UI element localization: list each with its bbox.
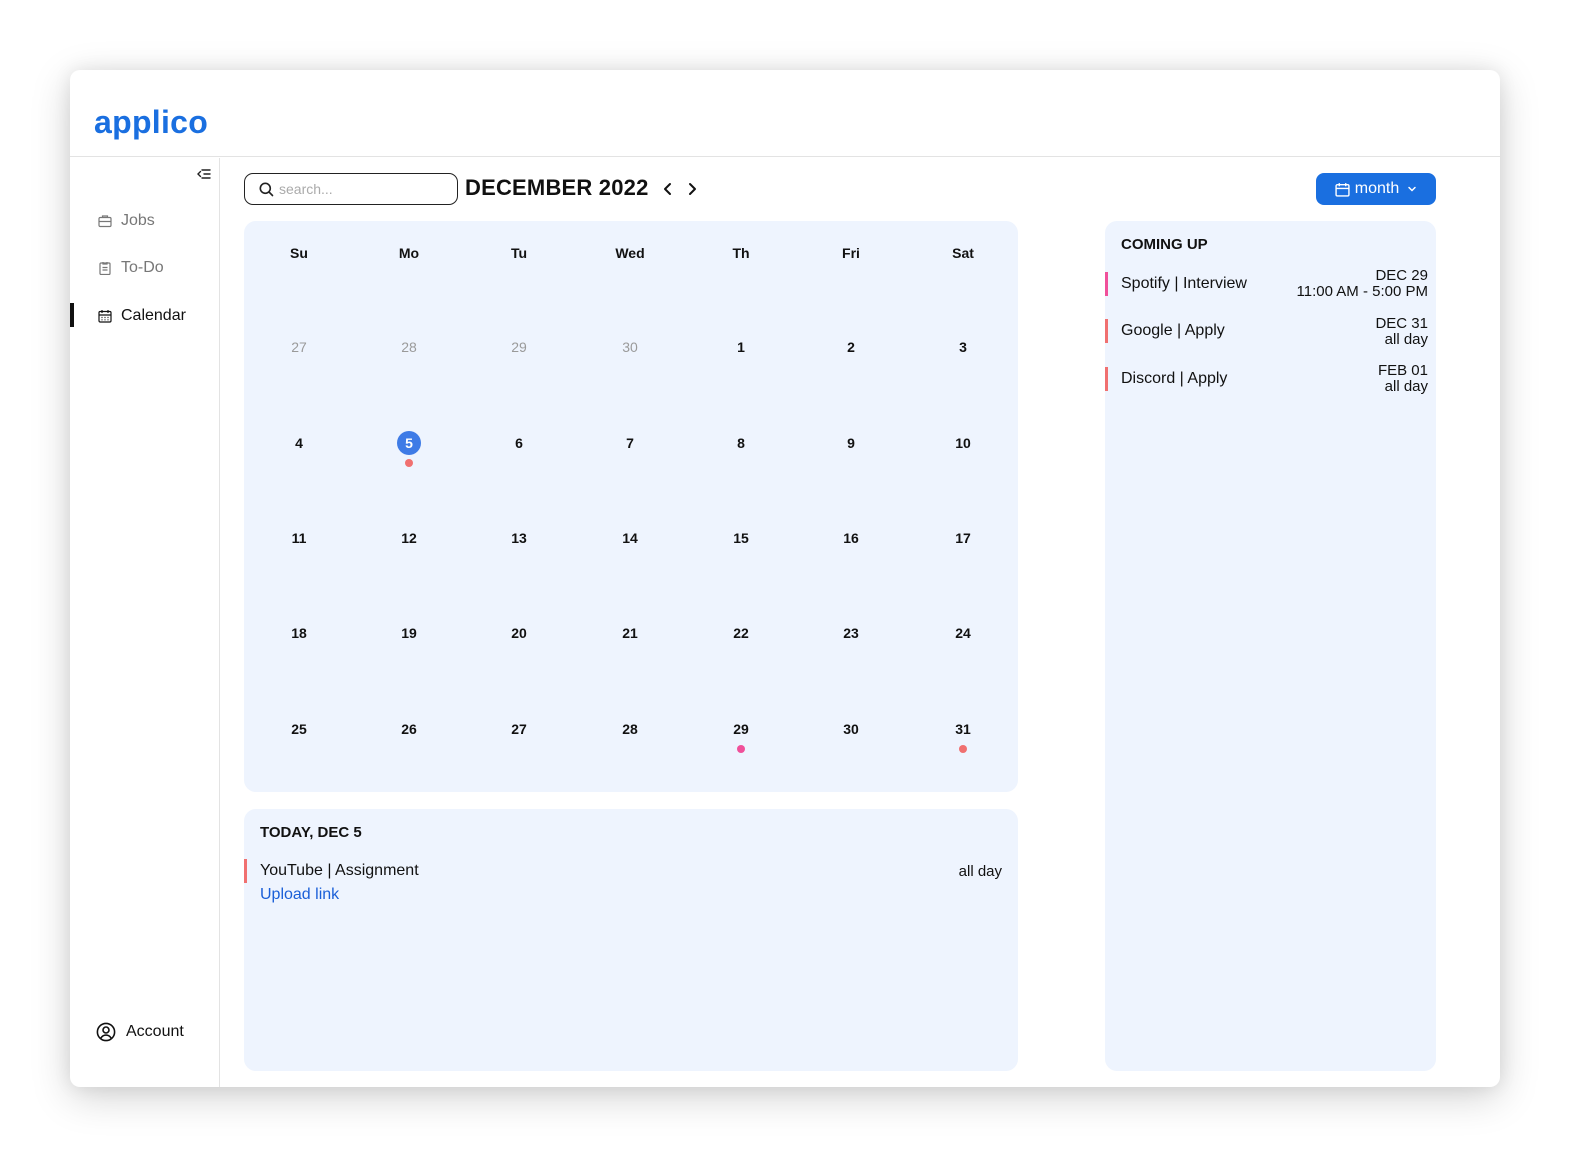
event-date: FEB 01 xyxy=(1377,362,1428,379)
event-name[interactable]: YouTube | Assignment xyxy=(260,862,419,880)
weekday-label: Sat xyxy=(952,245,974,261)
calendar-day[interactable]: 30 xyxy=(838,716,864,742)
today-title: TODAY, DEC 5 xyxy=(260,824,362,841)
calendar-day[interactable]: 10 xyxy=(950,430,976,456)
event-color-bar xyxy=(1105,319,1108,343)
calendar-day[interactable]: 28 xyxy=(617,716,643,742)
calendar-day[interactable]: 15 xyxy=(728,525,754,551)
prev-month-icon[interactable] xyxy=(660,180,676,198)
calendar-day[interactable]: 1 xyxy=(728,334,754,360)
calendar-day[interactable]: 6 xyxy=(506,430,532,456)
upcoming-panel: COMING UP Spotify | Interview DEC 29 11:… xyxy=(1105,221,1436,1071)
calendar-day[interactable]: 3 xyxy=(950,334,976,360)
calendar-day[interactable]: 28 xyxy=(396,334,422,360)
search-box[interactable] xyxy=(244,173,458,205)
clipboard-icon xyxy=(98,261,112,275)
calendar-day[interactable]: 24 xyxy=(950,620,976,646)
account-label: Account xyxy=(126,1023,184,1040)
event-color-bar xyxy=(1105,272,1108,296)
calendar-day[interactable]: 12 xyxy=(396,525,422,551)
calendar-icon xyxy=(98,309,112,323)
calendar-day[interactable]: 30 xyxy=(617,334,643,360)
calendar-grid: Su Mo Tu Wed Th Fri Sat 27 28 29 30 1 2 3 4 5 6 7 8 9 10 11 1… xyxy=(244,221,1018,792)
today-panel: TODAY, DEC 5 YouTube | Assignment Upload… xyxy=(244,809,1018,1071)
event-time: 11:00 AM - 5:00 PM xyxy=(1296,283,1428,300)
calendar-day[interactable]: 5 xyxy=(397,431,421,455)
weekday-label: Th xyxy=(732,245,750,261)
calendar-day[interactable]: 31 xyxy=(950,716,976,742)
event-color-bar xyxy=(1105,367,1108,391)
event-date: DEC 31 xyxy=(1375,315,1428,332)
calendar-day[interactable]: 2 xyxy=(838,334,864,360)
weekday-label: Fri xyxy=(842,245,860,261)
collapse-sidebar-icon[interactable] xyxy=(196,166,212,182)
sidebar-item-jobs[interactable]: Jobs xyxy=(70,208,219,234)
event-color-bar xyxy=(244,859,247,883)
calendar-day[interactable]: 4 xyxy=(286,430,312,456)
event-name: Spotify | Interview xyxy=(1121,275,1247,292)
upcoming-title: COMING UP xyxy=(1121,236,1208,253)
sidebar-item-label: Jobs xyxy=(121,212,155,229)
next-month-icon[interactable] xyxy=(684,180,700,198)
calendar-day[interactable]: 14 xyxy=(617,525,643,551)
calendar-day[interactable]: 22 xyxy=(728,620,754,646)
briefcase-icon xyxy=(98,214,112,228)
calendar-day[interactable]: 8 xyxy=(728,430,754,456)
search-input[interactable] xyxy=(279,181,439,197)
sidebar-item-calendar[interactable]: Calendar xyxy=(70,303,219,329)
calendar-day[interactable]: 7 xyxy=(617,430,643,456)
month-title: DECEMBER 2022 xyxy=(465,175,649,200)
sidebar: Jobs To-Do Calendar Account xyxy=(70,158,220,1087)
calendar-day[interactable]: 26 xyxy=(396,716,422,742)
sidebar-item-label: To-Do xyxy=(121,259,164,276)
view-select-button[interactable]: month xyxy=(1316,173,1436,205)
calendar-day[interactable]: 29 xyxy=(506,334,532,360)
sidebar-item-label: Calendar xyxy=(121,307,186,324)
account-button[interactable]: Account xyxy=(96,1022,184,1042)
calendar-icon xyxy=(1335,182,1350,197)
calendar-day[interactable]: 13 xyxy=(506,525,532,551)
calendar-day[interactable]: 27 xyxy=(506,716,532,742)
calendar-day[interactable]: 20 xyxy=(506,620,532,646)
view-select-label: month xyxy=(1354,180,1400,197)
calendar-day[interactable]: 17 xyxy=(950,525,976,551)
sidebar-item-todo[interactable]: To-Do xyxy=(70,255,219,281)
event-dot xyxy=(737,745,745,753)
calendar-day[interactable]: 25 xyxy=(286,716,312,742)
calendar-day[interactable]: 23 xyxy=(838,620,864,646)
user-circle-icon xyxy=(96,1022,116,1042)
weekday-label: Wed xyxy=(615,245,645,261)
calendar-day[interactable]: 27 xyxy=(286,334,312,360)
weekday-label: Mo xyxy=(398,245,420,261)
upload-link[interactable]: Upload link xyxy=(260,886,339,904)
event-dot xyxy=(959,745,967,753)
event-time: all day xyxy=(1384,331,1428,348)
app-header: applico xyxy=(70,70,1500,157)
calendar-day[interactable]: 18 xyxy=(286,620,312,646)
event-time: all day xyxy=(958,863,1002,880)
event-name: Google | Apply xyxy=(1121,322,1225,339)
calendar-day[interactable]: 16 xyxy=(838,525,864,551)
app-window: applico Jobs To-Do Calendar Account sear… xyxy=(70,70,1500,1087)
chevron-down-icon xyxy=(1407,184,1417,194)
weekday-label: Tu xyxy=(510,245,528,261)
calendar-day[interactable]: 21 xyxy=(617,620,643,646)
search-icon xyxy=(259,182,274,197)
event-name: Discord | Apply xyxy=(1121,370,1228,387)
calendar-day[interactable]: 19 xyxy=(396,620,422,646)
event-dot xyxy=(405,459,413,467)
calendar-day[interactable]: 11 xyxy=(286,525,312,551)
weekday-label: Su xyxy=(290,245,308,261)
app-logo[interactable]: applico xyxy=(94,104,208,141)
calendar-day[interactable]: 9 xyxy=(838,430,864,456)
calendar-day[interactable]: 29 xyxy=(728,716,754,742)
event-time: all day xyxy=(1384,378,1428,395)
event-date: DEC 29 xyxy=(1375,267,1428,284)
